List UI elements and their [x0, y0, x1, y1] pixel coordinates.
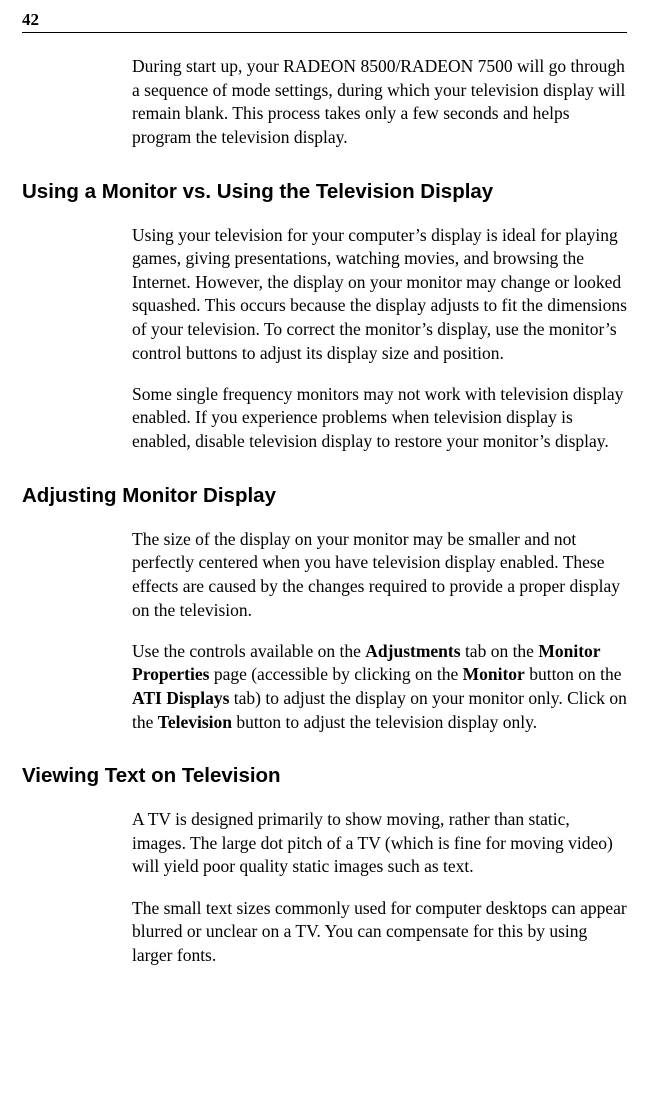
bold-ati-displays: ATI Displays	[132, 688, 229, 708]
page-header: 42	[22, 10, 627, 33]
bold-adjustments: Adjustments	[365, 641, 460, 661]
section1-paragraph1: Using your television for your computer’…	[132, 224, 627, 366]
section-heading-adjusting: Adjusting Monitor Display	[22, 484, 627, 508]
section2-paragraph2: Use the controls available on the Adjust…	[132, 640, 627, 735]
section1-paragraph2: Some single frequency monitors may not w…	[132, 383, 627, 454]
text-run: Use the controls available on the	[132, 641, 365, 661]
text-run: tab on the	[461, 641, 539, 661]
text-run: page (accessible by clicking on the	[209, 664, 462, 684]
section3-paragraph2: The small text sizes commonly used for c…	[132, 897, 627, 968]
bold-television: Television	[158, 712, 232, 732]
section3-paragraph1: A TV is designed primarily to show movin…	[132, 808, 627, 879]
section2-paragraph1: The size of the display on your monitor …	[132, 528, 627, 623]
text-run: button on the	[525, 664, 622, 684]
section-heading-viewing-text: Viewing Text on Television	[22, 764, 627, 788]
text-run: button to adjust the television display …	[232, 712, 537, 732]
bold-monitor: Monitor	[463, 664, 525, 684]
page-number: 42	[22, 10, 39, 30]
section-heading-monitor-vs-tv: Using a Monitor vs. Using the Television…	[22, 180, 627, 204]
intro-paragraph: During start up, your RADEON 8500/RADEON…	[132, 55, 627, 150]
page-container: 42 During start up, your RADEON 8500/RAD…	[0, 0, 649, 1011]
